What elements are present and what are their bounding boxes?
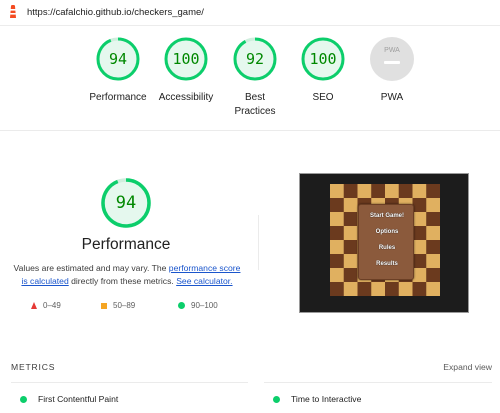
gauge-label: PWA	[380, 92, 404, 103]
legend-range: 0–49	[43, 301, 61, 310]
metrics-heading: METRICS	[11, 362, 56, 372]
pwa-badge-text: PWA	[384, 47, 400, 54]
category-gauges: 94 Performance 100 Accessibility 92 Best…	[0, 36, 500, 126]
legend-pass: 90–100	[178, 301, 218, 310]
circle-icon	[273, 395, 280, 403]
desc-text: directly from these metrics.	[68, 276, 177, 286]
expand-view-button[interactable]: Expand view	[443, 362, 492, 372]
calculator-link[interactable]: See calculator.	[176, 276, 232, 286]
desc-text: Values are estimated and may vary. The	[13, 263, 169, 273]
page-url[interactable]: https://cafalchio.github.io/checkers_gam…	[27, 7, 204, 18]
legend-fail: 0–49	[31, 301, 61, 310]
circle-icon	[20, 395, 27, 403]
menu-item-start: Start Game!	[369, 213, 404, 219]
gauge-score: 100	[172, 50, 200, 68]
menu-item-rules: Rules	[378, 245, 396, 251]
legend-average: 50–89	[101, 301, 135, 310]
performance-description: Values are estimated and may vary. The p…	[11, 262, 243, 288]
lighthouse-logo-icon	[10, 5, 16, 18]
triangle-icon	[31, 302, 37, 309]
gauge-label: Accessibility	[158, 92, 214, 103]
legend-range: 90–100	[191, 301, 218, 310]
section-divider	[0, 130, 500, 131]
gauge-score: 92	[245, 50, 265, 68]
metric-time-to-interactive: Time to Interactive	[273, 394, 361, 404]
final-screenshot[interactable]: Start Game! Options Rules Results	[299, 173, 469, 313]
performance-title: Performance	[81, 236, 171, 253]
game-menu-panel: Start Game! Options Rules Results	[358, 204, 414, 280]
url-bar: https://cafalchio.github.io/checkers_gam…	[0, 0, 500, 26]
gauge-score: 94	[108, 50, 128, 68]
metric-label: Time to Interactive	[291, 394, 362, 404]
gauge-label: SEO	[312, 92, 334, 103]
performance-score: 94	[115, 193, 137, 213]
menu-item-options: Options	[375, 229, 399, 235]
square-icon	[101, 302, 107, 309]
circle-icon	[178, 302, 185, 309]
gauge-score: 100	[309, 50, 337, 68]
metrics-divider	[11, 382, 248, 383]
gauge-label: Best Practices	[234, 92, 276, 117]
metric-label: First Contentful Paint	[38, 394, 119, 404]
metrics-divider	[264, 382, 492, 383]
metric-first-contentful-paint: First Contentful Paint	[20, 394, 118, 404]
legend-range: 50–89	[113, 301, 136, 310]
vertical-divider	[258, 215, 259, 270]
menu-item-results: Results	[376, 261, 398, 267]
